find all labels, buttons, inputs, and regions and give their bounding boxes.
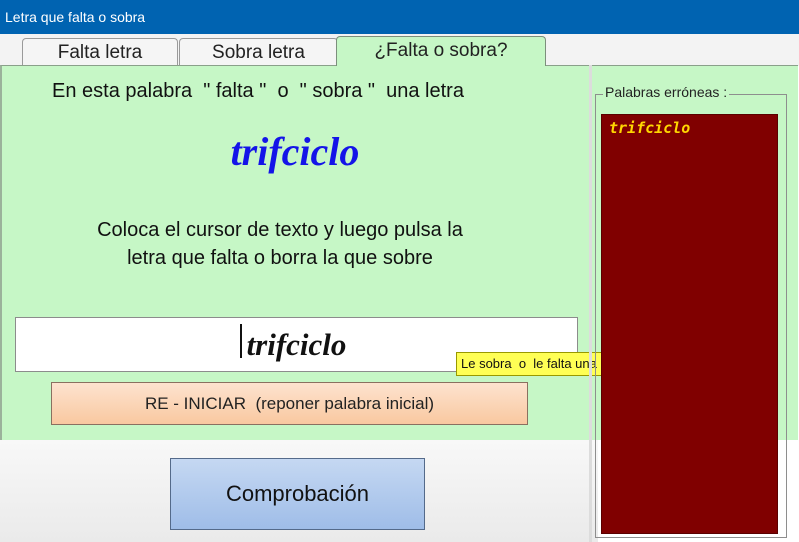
- tab-strip: Falta letra Sobra letra ¿Falta o sobra?: [0, 34, 799, 66]
- target-word: trifciclo: [230, 129, 360, 174]
- list-item[interactable]: trifciclo: [602, 115, 777, 137]
- divider: [589, 65, 592, 542]
- prompt-text: En esta palabra " falta " o " sobra " un…: [52, 80, 464, 102]
- tab-falta-letra[interactable]: Falta letra: [22, 38, 178, 66]
- tab-falta-o-sobra[interactable]: ¿Falta o sobra?: [336, 36, 546, 66]
- window-title: Letra que falta o sobra: [0, 0, 799, 34]
- instructions-text: Coloca el cursor de texto y luego pulsa …: [97, 219, 463, 269]
- reset-button[interactable]: RE - INICIAR (reponer palabra inicial): [51, 382, 528, 425]
- errors-legend: Palabras erróneas :: [603, 84, 730, 100]
- text-cursor: [240, 324, 242, 358]
- check-button[interactable]: Comprobación: [170, 458, 425, 530]
- errors-list[interactable]: trifciclo: [601, 114, 778, 534]
- tab-sobra-letra[interactable]: Sobra letra: [179, 38, 338, 66]
